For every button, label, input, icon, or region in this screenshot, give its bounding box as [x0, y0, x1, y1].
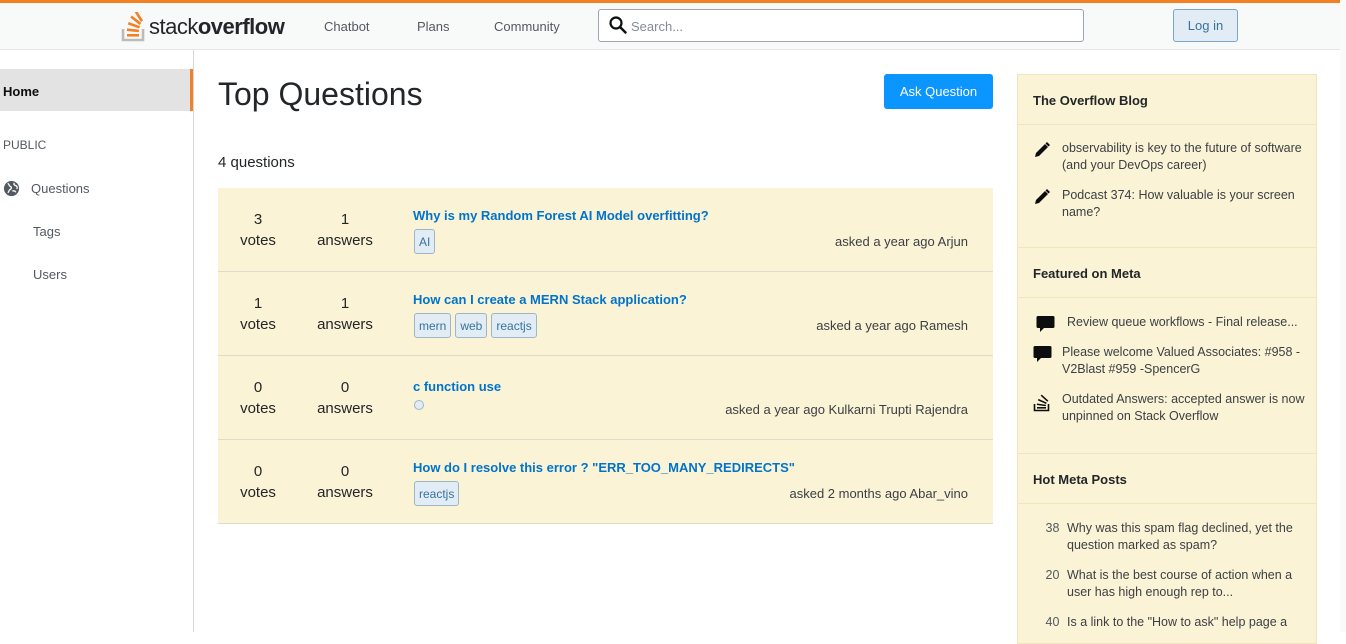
- question-row: 1 votes 1 answers How can I create a MERN …: [218, 272, 993, 356]
- widget-title: Hot Meta Posts: [1018, 454, 1316, 504]
- meta-item-text: Please welcome Valued Associates: #958 -…: [1062, 345, 1301, 376]
- vote-count: 0 votes: [240, 379, 276, 417]
- meta-item-text: Review queue workflows - Final release..…: [1067, 315, 1298, 329]
- tag-list: [414, 397, 424, 410]
- question-title-link[interactable]: How can I create a MERN Stack applicatio…: [413, 292, 687, 307]
- overflow-blog-widget: The Overflow Blog observability is key t…: [1017, 74, 1317, 248]
- tag-ai[interactable]: AI: [414, 229, 436, 254]
- answer-count: 1 answers: [317, 211, 373, 249]
- tag-list: mern web reactjs: [414, 313, 537, 338]
- question-title-link[interactable]: Why is my Random Forest AI Model overfit…: [413, 208, 709, 223]
- question-title-link[interactable]: c function use: [413, 379, 501, 394]
- speech-bubble-icon: [1033, 314, 1062, 338]
- asked-info: asked a year ago Arjun: [835, 234, 968, 249]
- pencil-icon: [1033, 187, 1062, 221]
- sidebar-item-label: Questions: [31, 180, 90, 196]
- vote-count: 3 votes: [240, 211, 276, 249]
- question-count: 4 questions: [218, 154, 295, 171]
- sidebar-item-questions[interactable]: Questions: [3, 178, 193, 198]
- nav-plans[interactable]: Plans: [417, 19, 450, 34]
- question-title-link[interactable]: How do I resolve this error ? "ERR_TOO_M…: [413, 460, 795, 475]
- blog-item[interactable]: observability is key to the future of so…: [1033, 140, 1313, 174]
- asked-info: asked a year ago Kulkarni Trupti Rajendr…: [725, 402, 968, 417]
- login-button[interactable]: Log in: [1173, 9, 1238, 42]
- page-title: Top Questions: [218, 76, 423, 112]
- blog-item-text: Podcast 374: How valuable is your screen…: [1062, 188, 1295, 219]
- sidebar-item-home[interactable]: Home: [0, 69, 193, 111]
- sidebar-section-public: PUBLIC: [3, 138, 47, 152]
- left-sidebar: Home PUBLIC Questions Tags Users: [0, 50, 194, 632]
- answer-count: 0 answers: [317, 463, 373, 501]
- tag-web[interactable]: web: [455, 313, 488, 338]
- page-scrollbar[interactable]: [1340, 0, 1346, 632]
- tag-list: reactjs: [414, 481, 460, 506]
- answer-count: 1 answers: [317, 295, 373, 333]
- vote-count: 1 votes: [240, 295, 276, 333]
- meta-item-text: Outdated Answers: accepted answer is now…: [1062, 392, 1305, 423]
- hot-meta-posts-widget: Hot Meta Posts 38 Why was this spam flag…: [1017, 454, 1317, 644]
- asked-info: asked a year ago Ramesh: [816, 318, 968, 333]
- hot-post-score: 20: [1045, 568, 1060, 582]
- stack-logo-icon: [121, 12, 145, 42]
- top-bar: stackoverflow Chatbot Plans Community Lo…: [0, 0, 1340, 50]
- tag-list: AI: [414, 229, 436, 254]
- question-row: 3 votes 1 answers Why is my Random Forest …: [218, 188, 993, 272]
- blog-item[interactable]: Podcast 374: How valuable is your screen…: [1033, 187, 1313, 221]
- stack-logo-icon: [1033, 391, 1062, 425]
- answer-count: 0 answers: [317, 379, 373, 417]
- search-box[interactable]: [598, 9, 1084, 42]
- hot-post-text: Why was this spam flag declined, yet the…: [1067, 521, 1293, 552]
- speech-bubble-icon: [1033, 344, 1062, 378]
- hot-post-item[interactable]: 40 Is a link to the "How to ask" help pa…: [1038, 614, 1318, 631]
- nav-chatbot[interactable]: Chatbot: [324, 19, 370, 34]
- stackoverflow-logo[interactable]: stackoverflow: [121, 12, 285, 42]
- globe-icon: [3, 180, 20, 196]
- tag-reactjs[interactable]: reactjs: [491, 313, 537, 338]
- hot-post-score: 38: [1045, 521, 1060, 535]
- search-input[interactable]: [631, 17, 1071, 35]
- meta-item[interactable]: Outdated Answers: accepted answer is now…: [1033, 391, 1313, 425]
- nav-community[interactable]: Community: [494, 19, 560, 34]
- ask-question-button[interactable]: Ask Question: [884, 74, 993, 109]
- widget-title: The Overflow Blog: [1018, 75, 1316, 125]
- question-row: 0 votes 0 answers c function use asked a y…: [218, 356, 993, 440]
- tag-reactjs[interactable]: reactjs: [414, 481, 460, 506]
- pencil-icon: [1033, 140, 1062, 174]
- search-icon: [609, 16, 627, 34]
- featured-meta-widget: Featured on Meta Review queue workflows …: [1017, 248, 1317, 454]
- vote-count: 0 votes: [240, 463, 276, 501]
- hot-post-text: Is a link to the "How to ask" help page …: [1067, 615, 1288, 629]
- empty-tag: [414, 400, 424, 410]
- meta-item[interactable]: Review queue workflows - Final release..…: [1033, 314, 1313, 338]
- meta-item[interactable]: Please welcome Valued Associates: #958 -…: [1033, 344, 1313, 378]
- widget-title: Featured on Meta: [1018, 248, 1316, 298]
- sidebar-item-tags[interactable]: Tags: [33, 224, 60, 239]
- tag-mern[interactable]: mern: [414, 313, 452, 338]
- hot-post-item[interactable]: 20 What is the best course of action whe…: [1038, 567, 1318, 601]
- asked-info: asked 2 months ago Abar_vino: [789, 486, 968, 501]
- blog-item-text: observability is key to the future of so…: [1062, 141, 1302, 172]
- hot-post-text: What is the best course of action when a…: [1067, 568, 1293, 599]
- logo-wordmark: stackoverflow: [149, 14, 285, 39]
- question-list: 3 votes 1 answers Why is my Random Forest …: [218, 188, 993, 524]
- hot-post-score: 40: [1045, 615, 1060, 629]
- sidebar-item-users[interactable]: Users: [33, 267, 67, 282]
- question-row: 0 votes 0 answers How do I resolve this er…: [218, 440, 993, 524]
- hot-post-item[interactable]: 38 Why was this spam flag declined, yet …: [1038, 520, 1318, 554]
